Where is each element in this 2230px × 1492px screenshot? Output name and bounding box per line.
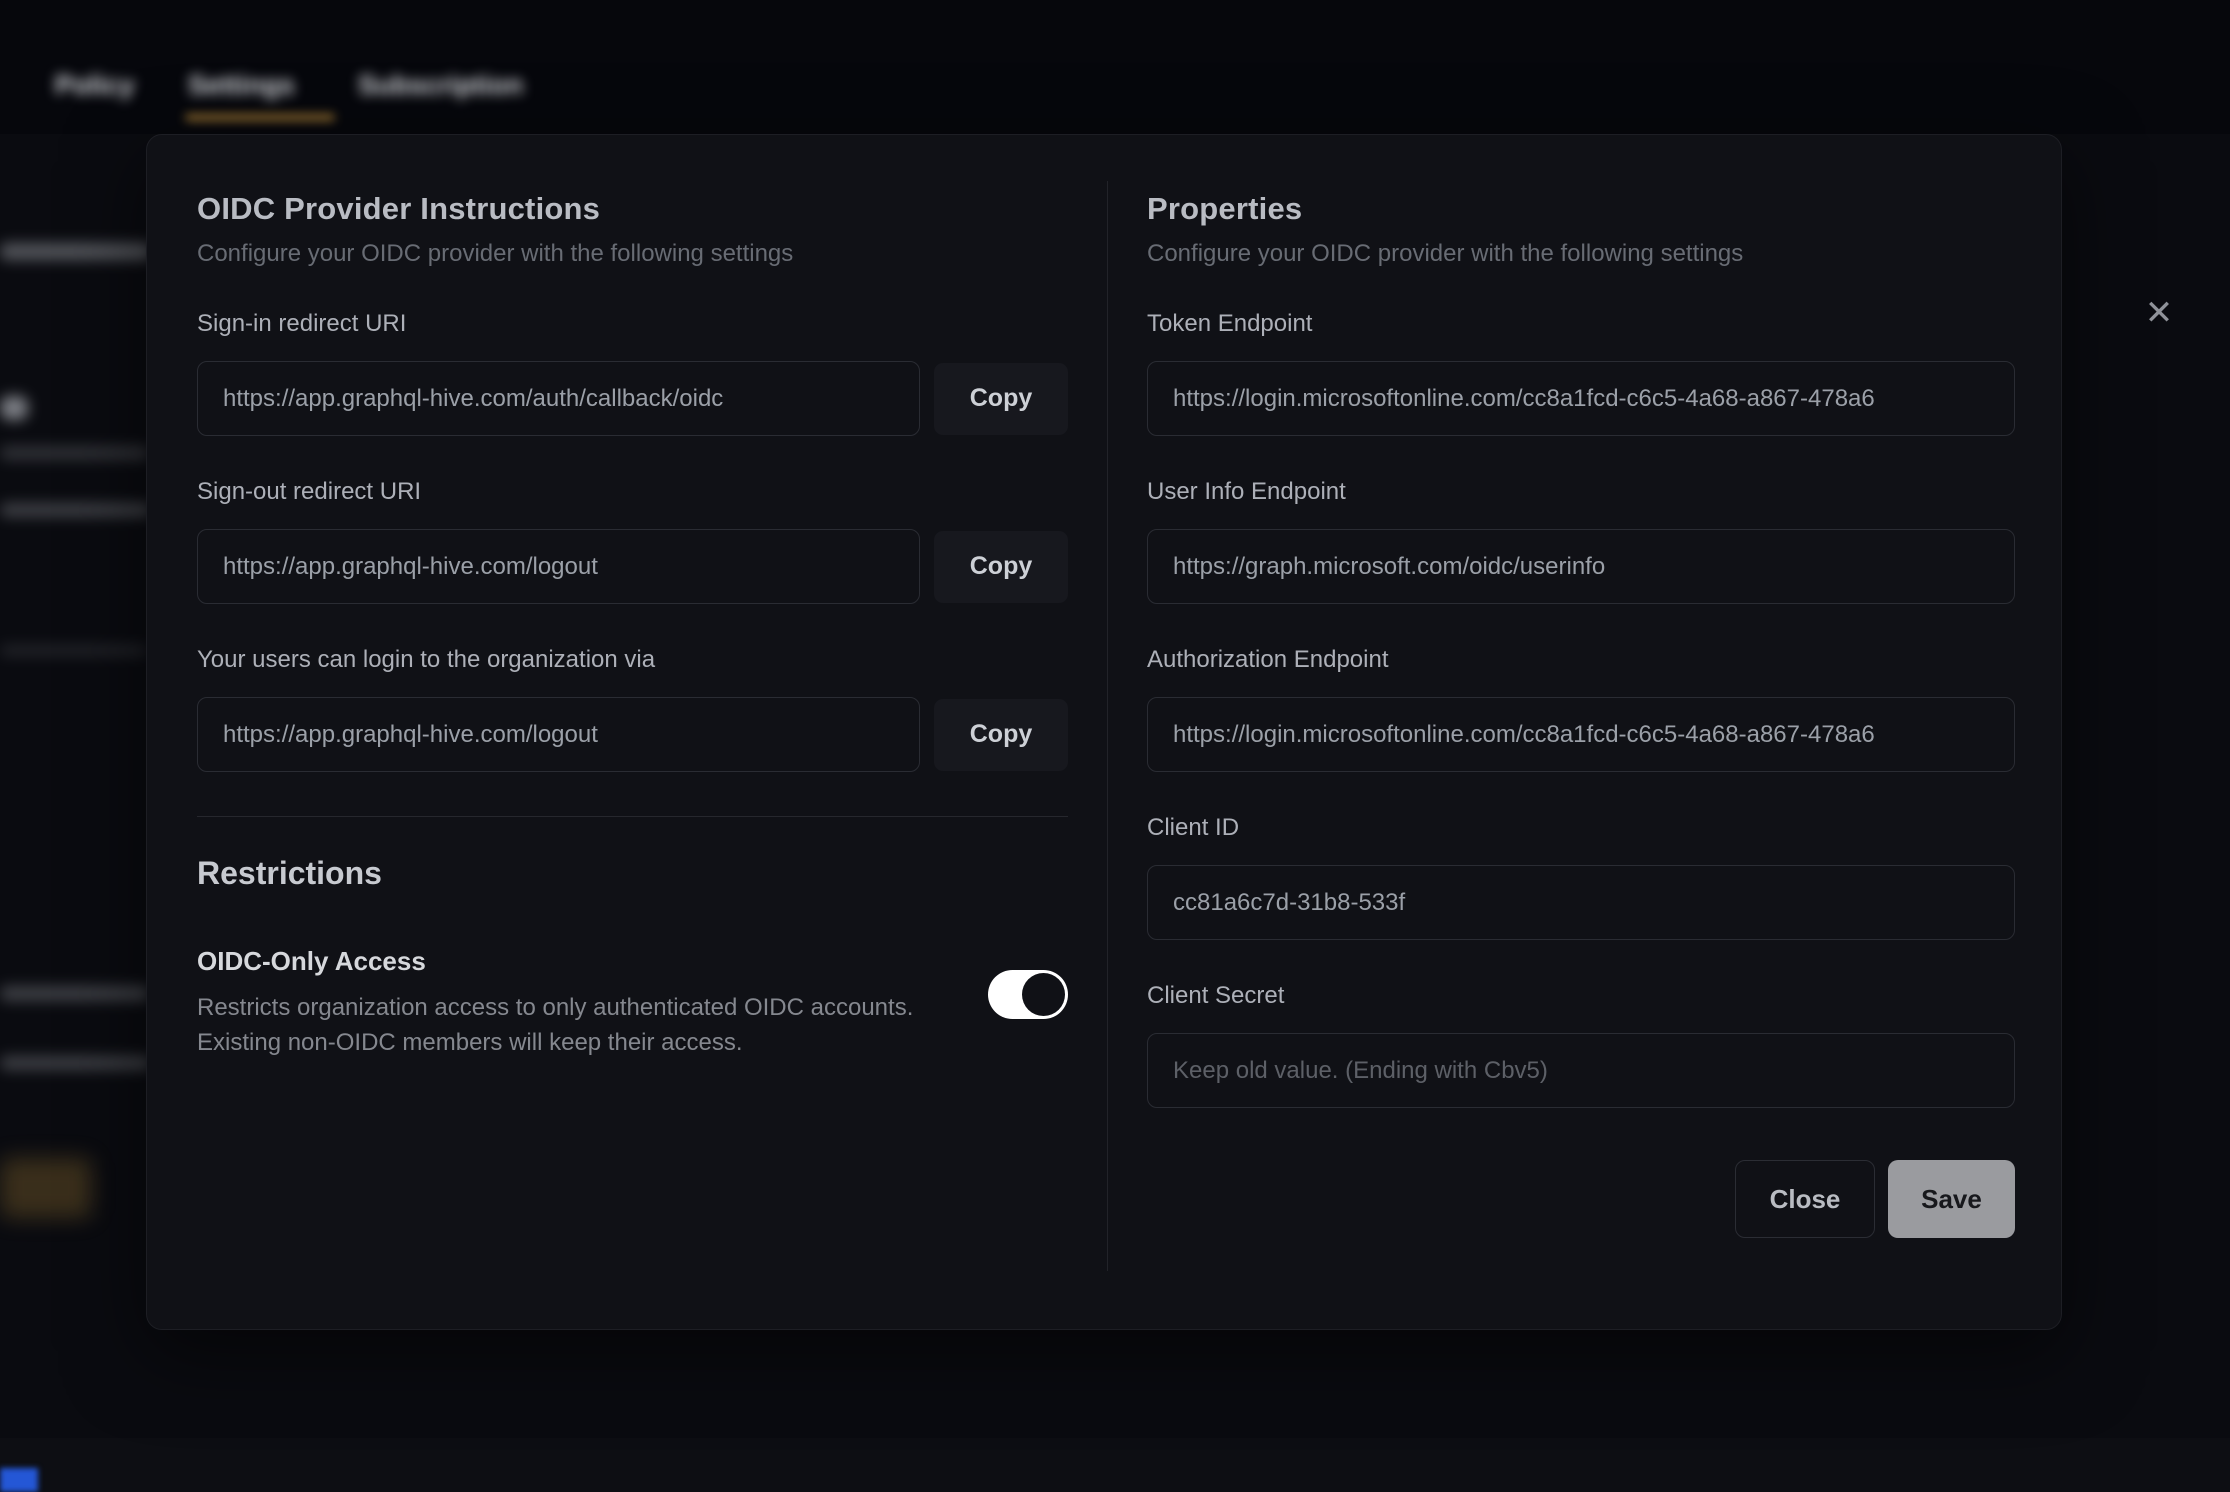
client-secret-label: Client Secret (1147, 982, 2015, 1010)
signin-redirect-label: Sign-in redirect URI (197, 310, 1068, 338)
token-endpoint-input[interactable] (1147, 361, 2015, 436)
tab-policy[interactable]: Policy (55, 62, 135, 108)
userinfo-endpoint-field: User Info Endpoint (1147, 478, 2015, 604)
client-id-input[interactable] (1147, 865, 2015, 940)
client-id-field: Client ID (1147, 814, 2015, 940)
close-button[interactable]: Close (1735, 1160, 1875, 1238)
page-footer-band (0, 1438, 2230, 1492)
blurred-background-text (0, 503, 152, 517)
signout-redirect-label: Sign-out redirect URI (197, 478, 1068, 506)
instructions-column: OIDC Provider Instructions Configure you… (197, 191, 1068, 1060)
close-icon[interactable]: ✕ (2131, 285, 2187, 341)
toggle-thumb (1022, 973, 1065, 1016)
column-divider (1107, 181, 1108, 1271)
blurred-background-button (0, 1158, 92, 1218)
tab-subscription[interactable]: Subscription (358, 62, 523, 108)
blurred-background-accent (0, 1468, 38, 1492)
properties-title: Properties (1147, 191, 2015, 227)
login-via-field: Your users can login to the organization… (197, 646, 1068, 772)
oidc-settings-modal: ✕ OIDC Provider Instructions Configure y… (146, 134, 2062, 1330)
authorization-endpoint-label: Authorization Endpoint (1147, 646, 2015, 674)
restrictions-title: Restrictions (197, 855, 1068, 892)
client-secret-field: Client Secret (1147, 982, 2015, 1108)
signout-redirect-input[interactable] (197, 529, 920, 604)
oidc-only-access-toggle[interactable] (988, 970, 1068, 1019)
authorization-endpoint-field: Authorization Endpoint (1147, 646, 2015, 772)
signin-redirect-field: Sign-in redirect URI Copy (197, 310, 1068, 436)
signin-redirect-input[interactable] (197, 361, 920, 436)
blurred-background-text (0, 1056, 152, 1070)
client-id-label: Client ID (1147, 814, 2015, 842)
authorization-endpoint-input[interactable] (1147, 697, 2015, 772)
active-tab-underline (185, 114, 335, 121)
token-endpoint-field: Token Endpoint (1147, 310, 2015, 436)
token-endpoint-label: Token Endpoint (1147, 310, 2015, 338)
instructions-subtitle: Configure your OIDC provider with the fo… (197, 240, 1068, 268)
copy-login-via-button[interactable]: Copy (934, 699, 1068, 771)
blurred-background-text (0, 986, 150, 1001)
page-header-band (0, 0, 2230, 134)
oidc-only-access-row: OIDC-Only Access Restricts organization … (197, 946, 1068, 1060)
login-via-label: Your users can login to the organization… (197, 646, 1068, 674)
blurred-background-text (0, 396, 28, 420)
userinfo-endpoint-label: User Info Endpoint (1147, 478, 2015, 506)
login-via-input[interactable] (197, 697, 920, 772)
modal-actions: Close Save (1147, 1160, 2015, 1238)
copy-signout-button[interactable]: Copy (934, 531, 1068, 603)
oidc-only-access-label: OIDC-Only Access (197, 946, 981, 977)
tab-settings[interactable]: Settings (188, 62, 295, 108)
save-button[interactable]: Save (1888, 1160, 2015, 1238)
copy-signin-button[interactable]: Copy (934, 363, 1068, 435)
instructions-title: OIDC Provider Instructions (197, 191, 1068, 227)
blurred-background-text (0, 446, 150, 460)
oidc-only-access-description: Restricts organization access to only au… (197, 990, 981, 1060)
blurred-background-text (0, 243, 152, 260)
signout-redirect-field: Sign-out redirect URI Copy (197, 478, 1068, 604)
properties-subtitle: Configure your OIDC provider with the fo… (1147, 240, 2015, 268)
blurred-background-text (0, 645, 148, 656)
userinfo-endpoint-input[interactable] (1147, 529, 2015, 604)
restrictions-divider (197, 816, 1068, 817)
client-secret-input[interactable] (1147, 1033, 2015, 1108)
properties-column: Properties Configure your OIDC provider … (1147, 191, 2015, 1238)
